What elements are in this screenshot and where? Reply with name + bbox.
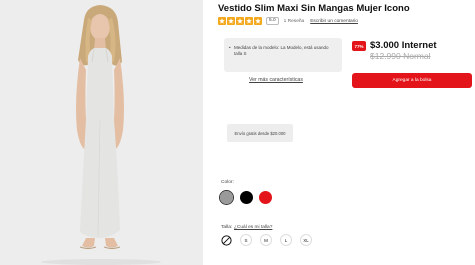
color-swatch-red[interactable]	[259, 191, 272, 204]
size-guide-link[interactable]: ¿Cuál es mi talla?	[234, 225, 272, 230]
color-swatch-black[interactable]	[240, 191, 253, 204]
star-icon	[227, 17, 235, 25]
star-icon	[254, 17, 262, 25]
size-option-xl[interactable]: XL	[300, 234, 312, 246]
add-to-bag-button[interactable]: Agregar a la bolsa	[352, 73, 472, 88]
rating-value: 5.0	[266, 17, 279, 25]
size-option-s[interactable]: S	[240, 234, 252, 246]
color-swatch-gray[interactable]	[220, 191, 233, 204]
model-measures-text: Medidas de la modelo: La Modelo, está us…	[229, 45, 338, 57]
color-label: Color:	[221, 180, 234, 185]
model-measures-box: Medidas de la modelo: La Modelo, está us…	[224, 38, 342, 72]
more-features-link[interactable]: Ver más características	[249, 77, 303, 83]
free-shipping-note: Envío gratis desde $20.000	[227, 124, 293, 142]
review-count[interactable]: 1 Reseña	[284, 19, 305, 24]
old-price: $12.990 Normal	[370, 51, 431, 61]
model-photo	[0, 0, 203, 265]
star-icon	[245, 17, 253, 25]
product-image[interactable]	[0, 0, 203, 265]
star-icon	[236, 17, 244, 25]
size-label: Talla:	[221, 225, 233, 230]
unavailable-size-icon	[221, 235, 232, 246]
current-price: $3.000 Internet	[370, 40, 437, 51]
rating-row: 5.0 1 Reseña Escribir un comentario	[218, 16, 358, 26]
size-option-m[interactable]: M	[260, 234, 272, 246]
product-title: Vestido Slim Maxi Sin Mangas Mujer Icono	[218, 3, 410, 14]
star-icon	[218, 17, 226, 25]
discount-badge: 77%	[352, 41, 366, 51]
size-option-l[interactable]: L	[280, 234, 292, 246]
write-review-link[interactable]: Escribir un comentario	[310, 19, 358, 24]
